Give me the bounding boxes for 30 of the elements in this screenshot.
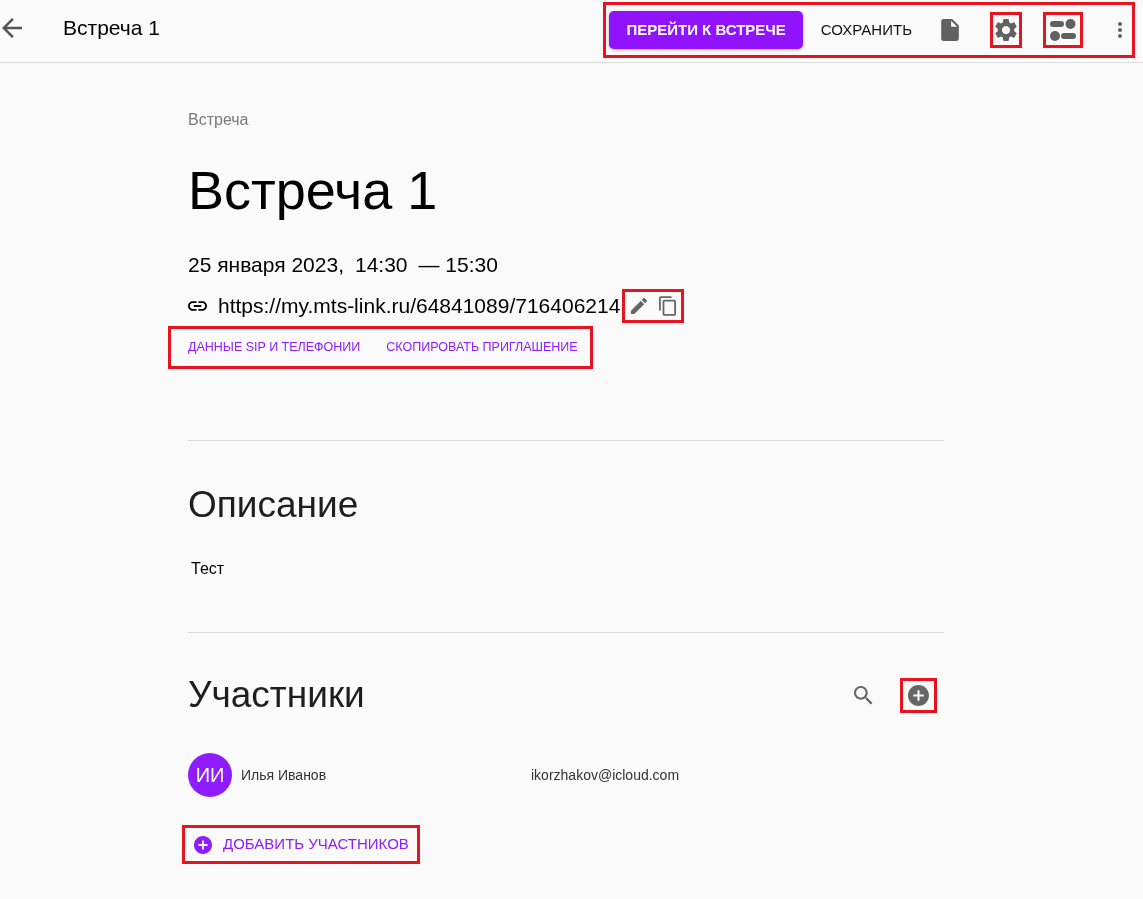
meeting-url: https://my.mts-link.ru/64841089/716406214	[218, 293, 621, 319]
save-button[interactable]: СОХРАНИТЬ	[812, 10, 920, 50]
search-icon[interactable]	[854, 685, 873, 705]
breadcrumb: Встреча	[188, 110, 250, 130]
document-icon[interactable]	[941, 19, 959, 41]
copy-icon[interactable]	[658, 296, 676, 316]
participant-email: ikorzhakov@icloud.com	[531, 765, 680, 785]
end-time: — 15:30	[418, 252, 498, 278]
go-to-meeting-button[interactable]: ПЕРЕЙТИ К ВСТРЕЧЕ	[609, 11, 803, 49]
toggles-button[interactable]	[1043, 12, 1083, 48]
section-heading: Участники	[188, 673, 365, 717]
meeting-title: Встреча 1	[188, 159, 439, 222]
action-link[interactable]: СКОПИРОВАТЬ ПРИГЛАШЕНИЕ	[386, 338, 578, 357]
avatar: ИИ	[188, 753, 232, 797]
toggles-icon	[1050, 19, 1076, 41]
edit-icon[interactable]	[631, 298, 648, 314]
action-link[interactable]: ДАННЫЕ SIP И ТЕЛЕФОНИИ	[188, 338, 361, 357]
link-icon	[188, 301, 207, 311]
participant-name: Илья Иванов	[241, 765, 328, 785]
meeting-date: 25 января 2023,	[188, 252, 344, 278]
settings-icon	[995, 19, 1017, 41]
section-heading: Описание	[188, 483, 360, 527]
description-text: Тест	[191, 559, 226, 579]
more-icon[interactable]	[1118, 22, 1122, 38]
back-arrow-icon[interactable]	[2, 18, 22, 38]
add-participants-button[interactable]: ДОБАВИТЬ УЧАСТНИКОВ	[182, 825, 420, 864]
add-participant-button[interactable]	[900, 677, 937, 713]
settings-button[interactable]	[990, 12, 1022, 48]
start-time: 14:30	[354, 252, 408, 278]
page-title: Встреча 1	[63, 15, 160, 41]
